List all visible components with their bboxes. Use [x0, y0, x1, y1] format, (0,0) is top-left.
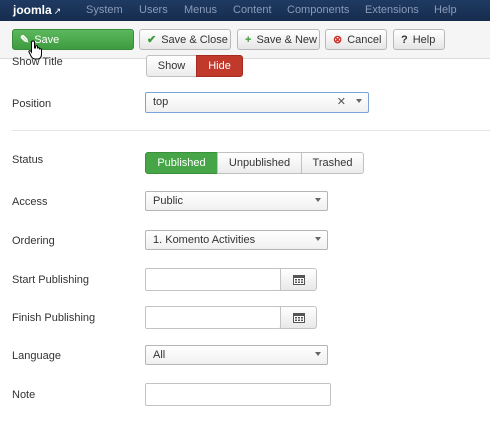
status-unpublished-option[interactable]: Unpublished [217, 152, 302, 174]
chevron-down-icon [315, 237, 321, 241]
ordering-value: 1. Komento Activities [153, 234, 256, 246]
plus-icon: + [245, 33, 252, 46]
help-button[interactable]: ? Help [393, 29, 445, 50]
show-title-show-option[interactable]: Show [146, 55, 197, 77]
help-icon: ? [401, 33, 408, 46]
menu-system[interactable]: System [86, 4, 123, 16]
save-new-label: Save & New [256, 33, 317, 46]
show-title-hide-option[interactable]: Hide [196, 55, 243, 77]
show-title-label: Show Title [12, 56, 63, 68]
chevron-down-icon [315, 352, 321, 356]
cancel-icon: ⊗ [333, 34, 343, 46]
menu-extensions[interactable]: Extensions [365, 4, 419, 16]
chevron-down-icon [356, 99, 362, 103]
finish-publishing-label: Finish Publishing [12, 312, 96, 324]
language-label: Language [12, 350, 61, 362]
finish-calendar-button[interactable] [280, 306, 317, 329]
position-select[interactable]: top ✕ [145, 92, 369, 113]
menu-content[interactable]: Content [233, 4, 272, 16]
position-label: Position [12, 98, 52, 110]
cancel-label: Cancel [347, 33, 382, 46]
finish-publishing-input[interactable] [145, 306, 281, 329]
status-trashed-option[interactable]: Trashed [301, 152, 364, 174]
position-value: top [153, 96, 169, 108]
section-divider [12, 130, 490, 131]
status-label: Status [12, 154, 44, 166]
menu-help[interactable]: Help [434, 4, 457, 16]
ordering-label: Ordering [12, 235, 55, 247]
start-publishing-label: Start Publishing [12, 274, 90, 286]
brand-logo[interactable]: joomla ↗ [13, 3, 61, 17]
save-close-label: Save & Close [161, 33, 228, 46]
access-label: Access [12, 196, 48, 208]
check-icon: ✔ [147, 34, 157, 46]
top-navbar: joomla ↗ System Users Menus Content Compo… [0, 0, 490, 21]
menu-menus[interactable]: Menus [184, 4, 217, 16]
calendar-icon [292, 275, 305, 285]
language-value: All [153, 349, 166, 361]
start-calendar-button[interactable] [280, 268, 317, 291]
clear-icon[interactable]: ✕ [337, 93, 346, 111]
language-select[interactable]: All [145, 345, 328, 365]
start-publishing-input[interactable] [145, 268, 281, 291]
chevron-down-icon [315, 198, 321, 202]
cancel-button[interactable]: ⊗ Cancel [325, 29, 387, 50]
access-select[interactable]: Public [145, 191, 328, 211]
menu-components[interactable]: Components [287, 4, 349, 16]
menu-users[interactable]: Users [139, 4, 168, 16]
save-close-button[interactable]: ✔ Save & Close [139, 29, 231, 50]
ordering-select[interactable]: 1. Komento Activities [145, 230, 328, 250]
calendar-icon [292, 313, 305, 323]
access-value: Public [153, 195, 183, 207]
note-label: Note [12, 389, 36, 401]
toolbar: ✎ Save ✔ Save & Close + Save & New ⊗ Can… [0, 21, 490, 59]
help-label: Help [412, 33, 436, 46]
brand-text: joomla [13, 3, 52, 17]
external-link-icon: ↗ [53, 6, 62, 16]
save-new-button[interactable]: + Save & New [237, 29, 320, 50]
note-input[interactable] [145, 383, 331, 406]
status-published-option[interactable]: Published [145, 152, 218, 174]
